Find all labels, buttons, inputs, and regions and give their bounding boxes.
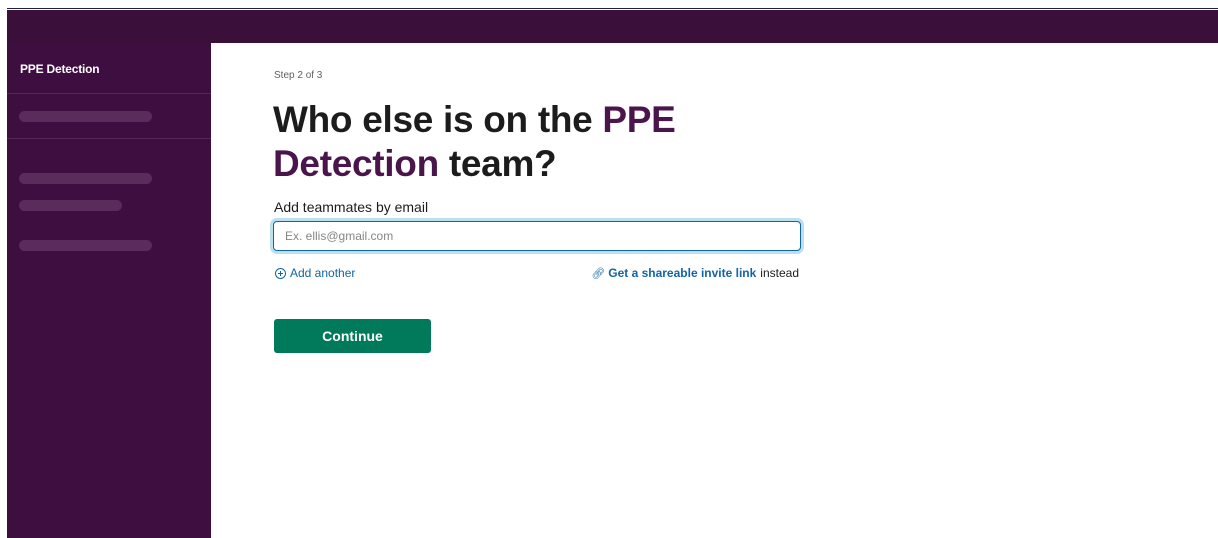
add-another-label: Add another — [290, 266, 356, 280]
sidebar-skeleton-item — [19, 173, 152, 184]
invite-suffix-text: instead — [760, 266, 799, 280]
sidebar-skeleton-item — [19, 111, 152, 122]
page-title-prefix: Who else is on the — [273, 99, 603, 140]
invite-link-row: 🔗︎ Get a shareable invite link instead — [591, 266, 799, 280]
sidebar-divider — [7, 138, 211, 139]
step-indicator: Step 2 of 3 — [274, 70, 323, 81]
page-title: Who else is on the PPE Detection team? — [273, 98, 793, 186]
sidebar: PPE Detection — [7, 43, 211, 538]
link-icon: 🔗︎ — [591, 267, 606, 280]
plus-circle-icon — [275, 267, 286, 279]
main-content: Step 2 of 3 Who else is on the PPE Detec… — [211, 43, 1218, 538]
sidebar-skeleton-item — [19, 240, 152, 251]
sidebar-divider — [7, 93, 211, 94]
sidebar-skeleton-item — [19, 200, 122, 211]
top-bar — [7, 10, 1218, 43]
add-another-button[interactable]: Add another — [275, 266, 355, 280]
email-input[interactable] — [273, 221, 801, 251]
workspace-name[interactable]: PPE Detection — [20, 62, 100, 76]
page-title-suffix: team? — [438, 143, 557, 184]
shareable-invite-link[interactable]: Get a shareable invite link — [608, 266, 756, 280]
continue-button[interactable]: Continue — [274, 319, 431, 353]
app-window: PPE Detection Step 2 of 3 Who else is on… — [7, 9, 1218, 538]
email-label: Add teammates by email — [274, 199, 429, 215]
